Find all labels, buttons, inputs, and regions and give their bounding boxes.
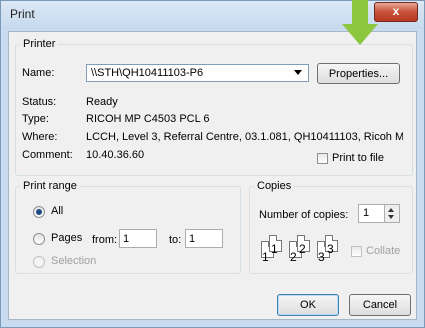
print-to-file-checkbox[interactable] xyxy=(317,153,328,164)
status-label: Status: xyxy=(22,96,57,108)
copies-group: Copies xyxy=(249,180,413,274)
print-range-legend: Print range xyxy=(23,180,77,192)
print-range-group: Print range xyxy=(15,180,241,274)
collate-page-number: 2 xyxy=(290,250,297,264)
all-radio[interactable] xyxy=(33,206,45,218)
print-to-file-label[interactable]: Print to file xyxy=(332,152,384,164)
ok-button[interactable]: OK xyxy=(277,294,339,316)
selection-label: Selection xyxy=(51,255,97,267)
where-value: LCCH, Level 3, Referral Centre, 03.1.081… xyxy=(86,131,403,143)
collate-label: Collate xyxy=(366,245,401,257)
collate-checkbox[interactable] xyxy=(351,246,362,257)
copies-spinner[interactable]: 1 xyxy=(358,204,400,223)
all-label[interactable]: All xyxy=(51,205,63,217)
pages-radio[interactable] xyxy=(33,233,45,245)
from-page-input[interactable] xyxy=(119,229,157,248)
dialog-body: Printer Name: \\STH\QH10411103-P6 Proper… xyxy=(8,31,417,320)
arrow-down-icon xyxy=(342,0,378,45)
copies-value: 1 xyxy=(363,207,370,219)
to-label: to: xyxy=(169,234,182,246)
spin-down-icon[interactable] xyxy=(388,215,394,219)
cancel-button[interactable]: Cancel xyxy=(349,294,411,316)
name-label: Name: xyxy=(22,67,55,79)
collate-page-number: 3 xyxy=(327,242,334,256)
spin-up-icon[interactable] xyxy=(388,208,394,212)
type-value: RICOH MP C4503 PCL 6 xyxy=(86,113,210,125)
comment-value: 10.40.36.60 xyxy=(86,149,145,161)
collate-page-number: 3 xyxy=(318,250,325,264)
copies-legend: Copies xyxy=(257,180,292,192)
collate-page-number: 1 xyxy=(271,242,278,256)
chevron-down-icon xyxy=(294,70,302,75)
to-page-input[interactable] xyxy=(185,229,223,248)
printer-name-dropdown[interactable]: \\STH\QH10411103-P6 xyxy=(86,64,309,82)
comment-label: Comment: xyxy=(22,149,73,161)
from-label: from: xyxy=(92,234,118,246)
selection-radio[interactable] xyxy=(33,256,45,268)
status-value: Ready xyxy=(86,96,118,108)
close-icon: x xyxy=(392,4,400,18)
spin-buttons[interactable] xyxy=(384,205,399,222)
properties-button[interactable]: Properties... xyxy=(317,63,400,84)
collate-page-number: 1 xyxy=(262,250,269,264)
printer-name-value: \\STH\QH10411103-P6 xyxy=(91,67,204,79)
collate-page-number: 2 xyxy=(299,242,306,256)
type-label: Type: xyxy=(22,113,49,125)
print-dialog: Print x Printer Name: \\STH\QH10411103-P… xyxy=(0,0,425,328)
printer-group-legend: Printer xyxy=(23,38,56,50)
where-label: Where: xyxy=(22,131,58,143)
number-of-copies-label: Number of copies: xyxy=(259,209,349,221)
pages-label[interactable]: Pages xyxy=(51,232,82,244)
dialog-title: Print xyxy=(10,7,35,21)
close-button[interactable]: x xyxy=(374,2,418,22)
